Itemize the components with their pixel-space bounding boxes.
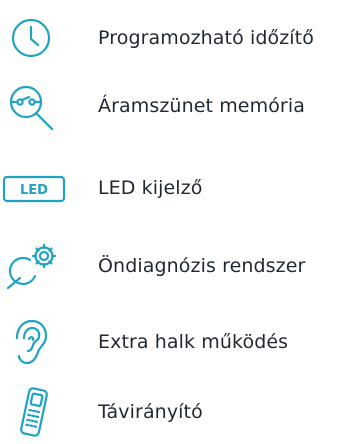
feature-label-self-diagnosis: Öndiagnózis rendszer [98,255,306,277]
led-display-icon: LED [0,160,76,216]
feature-item-quiet: Extra halk működés [0,314,360,370]
feature-label-remote: Távirányító [98,401,203,423]
feature-label-timer: Programozható időzítő [98,27,314,49]
power-memory-icon [0,78,76,134]
feature-list: Programozható időzítő Áramszünet memória… [0,0,360,444]
led-badge-text: LED [20,183,48,198]
feature-item-self-diagnosis: Öndiagnózis rendszer [0,238,360,294]
feature-item-remote: Távirányító [0,384,360,440]
feature-label-quiet: Extra halk működés [98,331,289,353]
feature-label-led-display: LED kijelző [98,177,203,199]
ear-icon [0,314,76,370]
feature-item-led-display: LED LED kijelző [0,160,360,216]
clock-icon [0,10,76,66]
remote-control-icon [0,384,76,440]
feature-label-power-memory: Áramszünet memória [98,95,305,117]
feature-item-timer: Programozható időzítő [0,10,360,66]
feature-item-power-memory: Áramszünet memória [0,78,360,134]
self-diagnosis-gear-icon [0,238,76,294]
